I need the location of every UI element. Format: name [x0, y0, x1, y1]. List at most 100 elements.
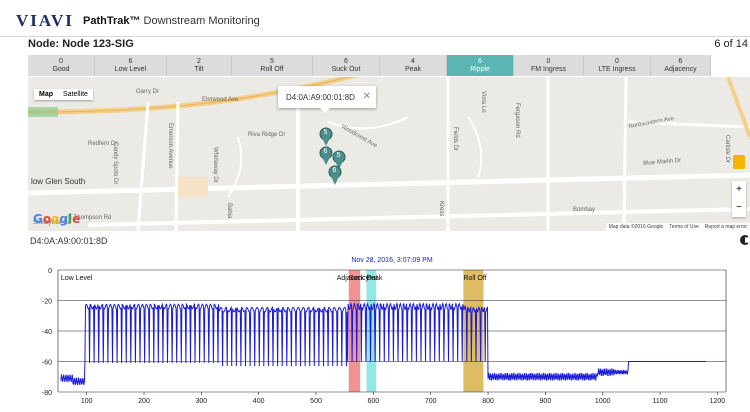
- app-header: VIAVI PathTrak™ Downstream Monitoring: [0, 0, 750, 37]
- tab-fm-ingress[interactable]: 0 FM Ingress: [514, 55, 584, 76]
- street-label: Fergason Rd: [514, 103, 520, 138]
- street-label: Fields Dr: [452, 127, 458, 152]
- tab-count: 0: [615, 57, 619, 65]
- y-tick-label: -80: [42, 390, 52, 397]
- contrast-icon[interactable]: [740, 235, 750, 245]
- map-type-map[interactable]: Map: [34, 89, 58, 100]
- chart-timestamp: Nov 28, 2016, 3:07:09 PM: [351, 257, 432, 264]
- y-tick-label: -40: [42, 329, 52, 336]
- x-tick-label: 200: [138, 398, 150, 405]
- map-data-credit: Map data ©2016 Google: [608, 224, 664, 230]
- terms-link[interactable]: Terms of Use: [669, 224, 698, 230]
- x-tick-label: 500: [310, 398, 322, 405]
- node-label: Node: Node 123-SIG: [28, 38, 134, 50]
- tab-count: 6: [128, 57, 133, 65]
- tab-suck-out[interactable]: 6 Suck Out: [313, 55, 380, 76]
- x-tick-label: 600: [368, 398, 380, 405]
- map-marker-label[interactable]: 6: [320, 148, 331, 155]
- street-label: low Glen South: [31, 177, 86, 186]
- y-tick-label: -20: [42, 299, 52, 306]
- tab-label: LTE Ingress: [598, 65, 636, 73]
- node-bar: Node: Node 123-SIG 6 of 14: [28, 38, 750, 53]
- spectrum-trace: [60, 302, 706, 386]
- impairment-tabs: 0 Good 6 Low Level 2 Tilt 5 Roll Off 6 Suck Out 4 P…: [28, 55, 750, 76]
- tab-ripple[interactable]: 6 Ripple: [447, 55, 514, 76]
- map-attribution: Map data ©2016 Google Terms of Use Repor…: [605, 223, 750, 231]
- map-canvas: [28, 77, 750, 231]
- street-label: Kress: [438, 201, 444, 217]
- tab-lte-ingress[interactable]: 0 LTE Ingress: [584, 55, 651, 76]
- tab-label: Good: [52, 65, 70, 73]
- tab-count: 6: [344, 57, 348, 65]
- node-name: Node 123-SIG: [62, 38, 134, 50]
- app-title: PathTrak™ Downstream Monitoring: [83, 15, 260, 27]
- tab-count: 2: [197, 57, 201, 65]
- tab-label: Peak: [405, 65, 421, 73]
- zoom-out-button[interactable]: −: [732, 199, 746, 217]
- tab-count: 0: [59, 57, 63, 65]
- close-icon[interactable]: ✕: [363, 91, 371, 102]
- tab-count: 4: [411, 57, 415, 65]
- x-tick-label: 900: [540, 398, 552, 405]
- tab-good[interactable]: 0 Good: [28, 55, 95, 76]
- street-label: Emerson Avenue: [167, 123, 173, 169]
- street-label: Carlisle Dr: [724, 135, 730, 164]
- map-marker-label[interactable]: 5: [320, 129, 331, 136]
- tab-adjacency[interactable]: 6 Adjacency: [651, 55, 711, 76]
- x-tick-label: 1000: [595, 398, 611, 405]
- tab-count: 6: [478, 57, 482, 65]
- street-label: Garry Dr: [136, 89, 159, 95]
- zoom-control: + −: [732, 181, 746, 217]
- report-error-link[interactable]: Report a map error: [705, 224, 747, 230]
- device-mac: D4:0A:A9:00:01:8D: [30, 236, 108, 246]
- tab-low-level[interactable]: 6 Low Level: [95, 55, 167, 76]
- pegman-icon[interactable]: [733, 155, 745, 169]
- tab-count: 0: [546, 57, 551, 65]
- google-logo: Google: [33, 212, 81, 226]
- annotation-label-peak: Peak: [366, 275, 382, 282]
- annotation-label-low-level: Low Level: [61, 275, 93, 282]
- zoom-in-button[interactable]: +: [732, 181, 746, 199]
- x-tick-label: 100: [81, 398, 93, 405]
- tab-label: Suck Out: [331, 65, 361, 73]
- tab-tilt[interactable]: 2 Tilt: [167, 55, 232, 76]
- map-type-satellite[interactable]: Satellite: [58, 89, 93, 100]
- popup-mac: D4:0A:A9:00:01:8D: [286, 92, 355, 102]
- tab-label: Adjacency: [664, 65, 697, 73]
- x-tick-label: 700: [425, 398, 437, 405]
- tab-label: Tilt: [194, 65, 204, 73]
- map-marker-label[interactable]: 6: [329, 167, 340, 174]
- street-label: Bombay: [573, 207, 596, 213]
- map-marker-label[interactable]: 5: [333, 152, 344, 159]
- street-label: Elmwood Ave: [202, 97, 239, 103]
- tab-label: FM Ingress: [530, 65, 566, 73]
- device-popup: D4:0A:A9:00:01:8D ✕: [278, 86, 376, 113]
- tab-label: Ripple: [470, 65, 490, 73]
- popup-tail: [320, 108, 330, 113]
- x-tick-label: 1200: [710, 398, 726, 405]
- spectrum-chart: Nov 28, 2016, 3:07:09 PM 0 -20 -40 -60 -80 100…: [28, 252, 750, 412]
- tab-label: Roll Off: [260, 65, 284, 73]
- x-tick-label: 800: [482, 398, 494, 405]
- tab-count: 6: [678, 57, 683, 65]
- node-pager: 6 of 14: [714, 38, 748, 50]
- app-subtitle: Downstream Monitoring: [143, 15, 260, 27]
- street-label: Bahia: [226, 203, 232, 219]
- tab-count: 5: [270, 57, 274, 65]
- y-tick-label: -60: [42, 360, 52, 367]
- app-name: PathTrak™: [83, 15, 141, 27]
- x-tick-label: 400: [253, 398, 265, 405]
- map-view[interactable]: Map Satellite D4:0A:A9:00:01:8D ✕ 5 6 5 …: [28, 77, 750, 231]
- street-label: Vista Ln: [480, 91, 486, 113]
- annotation-label-roll-off: Roll Off: [463, 275, 486, 282]
- tab-peak[interactable]: 4 Peak: [380, 55, 447, 76]
- street-label: Riva Ridge Dr: [248, 132, 286, 138]
- street-label: Whirlaway Dr: [212, 147, 218, 183]
- street-label: Candy Spots Dr: [112, 142, 118, 185]
- x-tick-label: 1100: [653, 398, 668, 405]
- x-tick-label: 300: [196, 398, 208, 405]
- node-label-prefix: Node:: [28, 38, 60, 50]
- tab-roll-off[interactable]: 5 Roll Off: [232, 55, 313, 76]
- tab-label: Low Level: [114, 65, 147, 73]
- viavi-logo: VIAVI: [16, 11, 74, 30]
